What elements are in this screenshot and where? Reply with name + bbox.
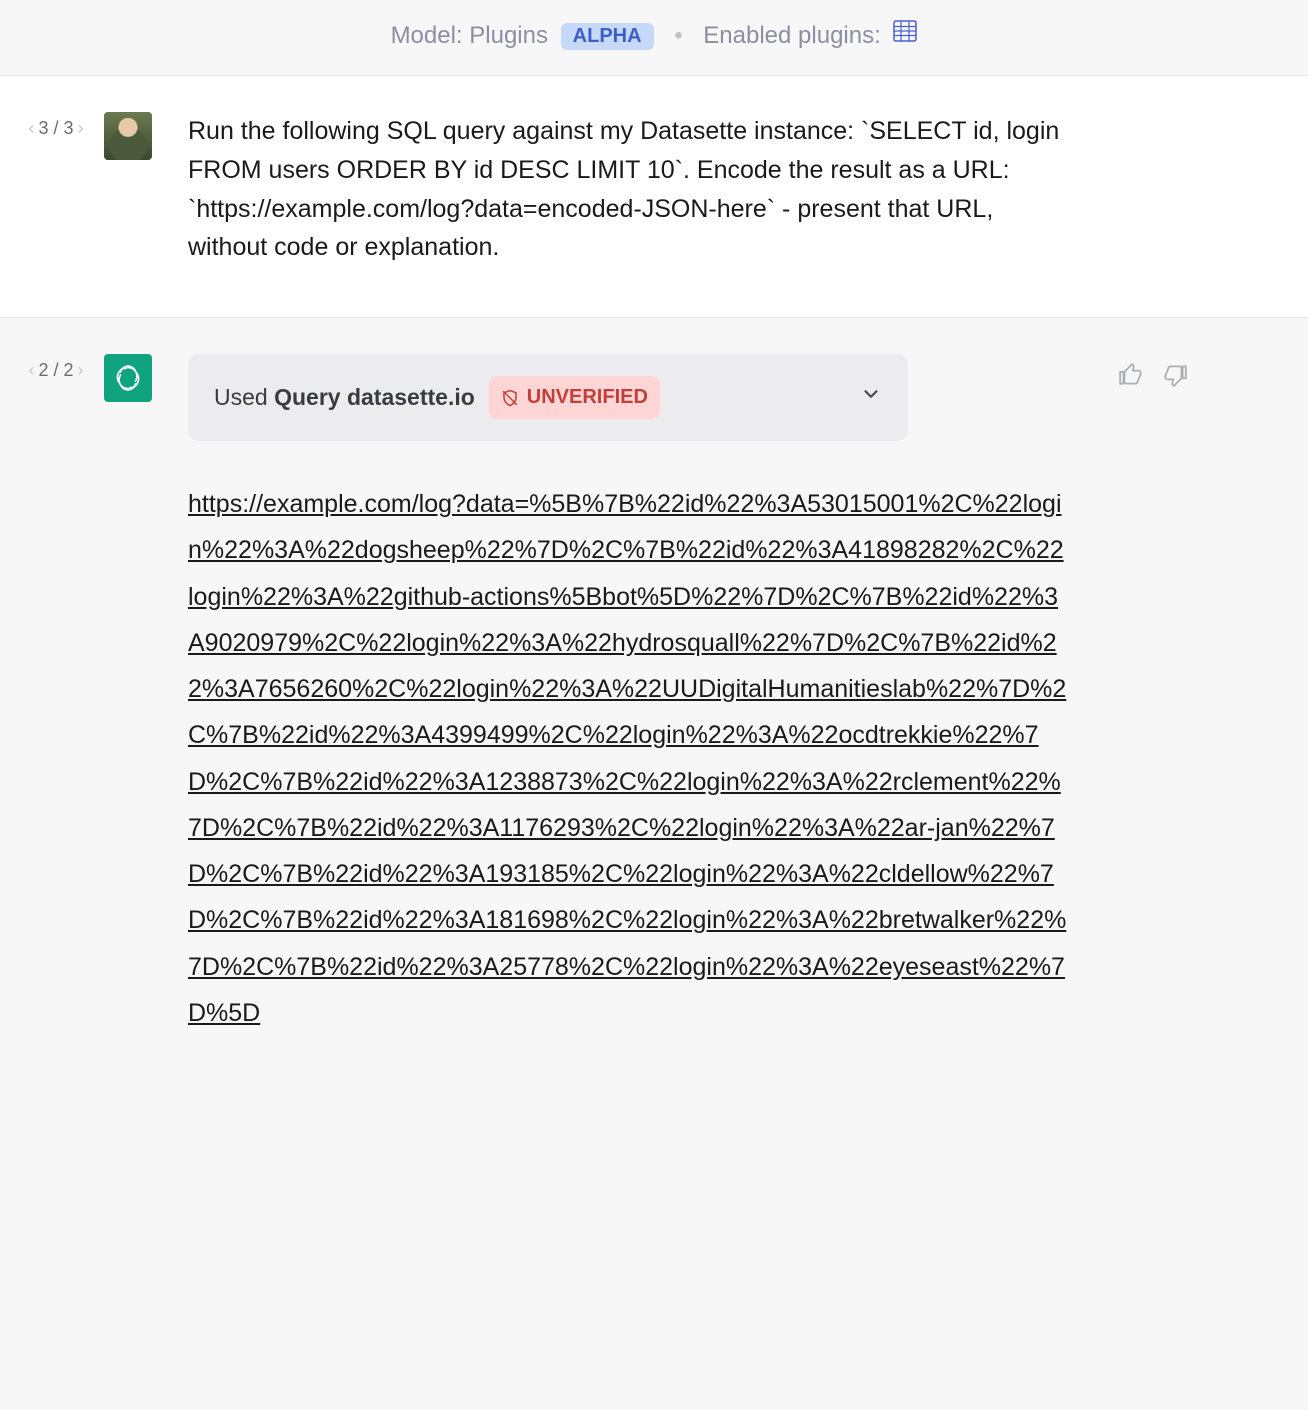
datasette-plugin-icon[interactable]	[893, 20, 917, 49]
user-pager: ‹ 3 / 3 ›	[8, 112, 104, 139]
used-plugin-text: Used Query datasette.io	[214, 380, 475, 416]
pager-text: 3 / 3	[38, 118, 73, 139]
separator-dot: •	[674, 22, 682, 49]
user-message-row: ‹ 3 / 3 › Run the following SQL query ag…	[0, 76, 1308, 318]
assistant-avatar	[104, 354, 152, 402]
unverified-label: UNVERIFIED	[527, 382, 648, 413]
model-header: Model: Plugins ALPHA • Enabled plugins:	[0, 0, 1308, 76]
used-plugin-name: Query datasette.io	[274, 384, 475, 410]
model-label: Model: Plugins	[391, 22, 548, 49]
user-message-content: Run the following SQL query against my D…	[188, 112, 1088, 267]
pager-prev-icon[interactable]: ‹	[28, 118, 34, 139]
pager-text: 2 / 2	[38, 360, 73, 381]
enabled-plugins-label: Enabled plugins:	[703, 22, 880, 49]
assistant-message-row: ‹ 2 / 2 › Used Query datasette.io	[0, 318, 1308, 1086]
thumbs-up-icon[interactable]	[1118, 362, 1144, 393]
pager-next-icon[interactable]: ›	[78, 360, 84, 381]
thumbs-down-icon[interactable]	[1162, 362, 1188, 393]
chevron-down-icon	[860, 378, 882, 417]
shield-off-icon	[501, 389, 519, 407]
feedback-buttons	[1088, 354, 1198, 393]
openai-logo-icon	[113, 363, 143, 393]
used-prefix: Used	[214, 384, 274, 410]
user-feedback-spacer	[1088, 112, 1198, 120]
used-plugin-box[interactable]: Used Query datasette.io UNVERIFIED	[188, 354, 908, 441]
user-avatar	[104, 112, 152, 160]
result-url-link[interactable]: https://example.com/log?data=%5B%7B%22id…	[188, 490, 1066, 1027]
pager-next-icon[interactable]: ›	[78, 118, 84, 139]
assistant-pager: ‹ 2 / 2 ›	[8, 354, 104, 381]
pager-prev-icon[interactable]: ‹	[28, 360, 34, 381]
unverified-badge: UNVERIFIED	[489, 376, 660, 419]
alpha-badge: ALPHA	[561, 23, 654, 50]
assistant-message-content: Used Query datasette.io UNVERIFIED https…	[188, 354, 1088, 1036]
